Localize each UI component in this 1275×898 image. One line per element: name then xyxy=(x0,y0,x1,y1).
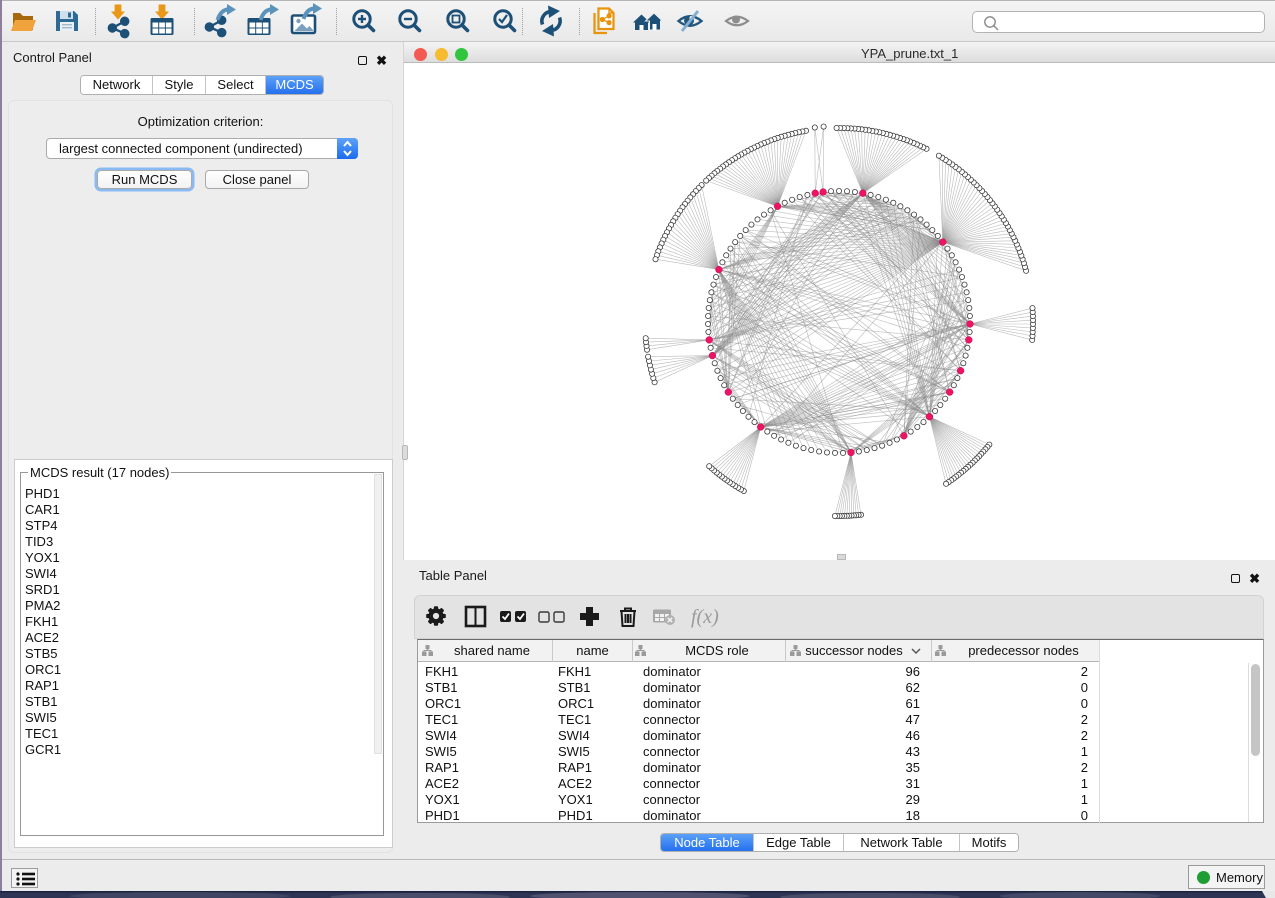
svg-text:f(x): f(x) xyxy=(691,606,719,628)
